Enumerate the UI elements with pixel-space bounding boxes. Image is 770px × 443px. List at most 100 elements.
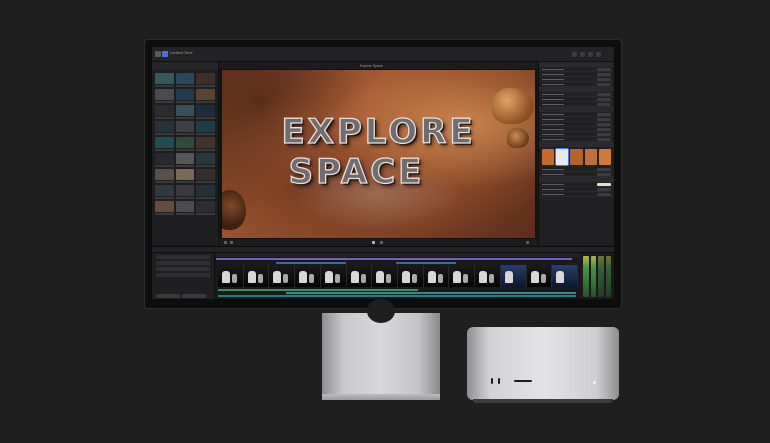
desktop-computer [467, 327, 619, 403]
clip-thumbnail[interactable] [175, 137, 195, 148]
index-item[interactable] [156, 273, 210, 277]
connected-clip[interactable] [396, 262, 456, 264]
timeline-clip[interactable] [295, 265, 321, 287]
timeline-index [152, 253, 215, 299]
audio-lane[interactable] [218, 289, 418, 291]
viewer-header: Explore Space [220, 62, 537, 69]
clip-thumbnail[interactable] [175, 201, 195, 212]
clip-thumbnail[interactable] [175, 105, 195, 116]
usb-port [491, 378, 493, 384]
view-options-icon[interactable] [224, 241, 227, 244]
timeline-clip[interactable] [372, 265, 399, 287]
index-item[interactable] [156, 267, 210, 271]
clip-thumbnail[interactable] [196, 89, 215, 100]
index-button[interactable] [156, 294, 180, 298]
timeline-clip[interactable] [218, 265, 244, 287]
clip-thumbnail[interactable] [196, 169, 215, 180]
clip-thumbnail[interactable] [155, 73, 174, 84]
material-swatch[interactable] [542, 149, 555, 165]
import-icon[interactable] [155, 51, 161, 57]
clip-thumbnail[interactable] [155, 89, 174, 100]
clip-thumbnail[interactable] [196, 121, 215, 132]
toolbar-icon[interactable] [572, 52, 577, 57]
timeline-clip[interactable] [526, 265, 553, 287]
clip-thumbnail[interactable] [196, 201, 215, 212]
asteroid [222, 190, 246, 230]
play-icon[interactable] [372, 241, 375, 244]
clip-thumbnail[interactable] [175, 121, 195, 132]
clip-thumbnail[interactable] [155, 153, 174, 164]
clip-thumbnail[interactable] [196, 137, 215, 148]
audio-lane[interactable] [218, 295, 576, 297]
title-text-line-2: SPACE [288, 151, 425, 192]
timeline-ruler[interactable] [216, 253, 580, 257]
clip-thumbnail[interactable] [196, 153, 215, 164]
clip-thumbnail[interactable] [175, 169, 195, 180]
timeline-clip[interactable] [423, 265, 450, 287]
keyword-icon[interactable] [162, 51, 168, 57]
clip-thumbnail[interactable] [175, 153, 195, 164]
toolbar-icon[interactable] [596, 52, 601, 57]
power-led [593, 381, 596, 384]
inspector-row[interactable] [539, 172, 614, 177]
stand-base [322, 394, 440, 400]
clip-thumbnail[interactable] [196, 105, 215, 116]
clip-grid [152, 70, 218, 218]
inspector-row[interactable] [539, 102, 614, 107]
timeline-clip[interactable] [243, 265, 270, 287]
timeline-clip[interactable] [475, 265, 501, 287]
toolbar-icon[interactable] [580, 52, 585, 57]
top-toolbar: Limited Time [152, 47, 614, 62]
material-swatch[interactable] [556, 149, 569, 165]
timeline-clip[interactable] [500, 265, 527, 287]
zoom-icon[interactable] [230, 241, 233, 244]
material-swatch[interactable] [570, 149, 583, 165]
library-title: Limited Time [170, 50, 193, 55]
clip-thumbnail[interactable] [155, 169, 174, 180]
material-swatches [539, 147, 614, 167]
meter-icon [583, 256, 589, 297]
fullscreen-icon[interactable] [526, 241, 529, 244]
clip-thumbnail[interactable] [155, 185, 174, 196]
title-lane[interactable] [216, 258, 572, 260]
clip-thumbnail[interactable] [175, 89, 195, 100]
timeline-clip[interactable] [449, 265, 476, 287]
timeline [152, 246, 614, 299]
clip-thumbnail[interactable] [155, 121, 174, 132]
clip-thumbnail[interactable] [155, 201, 174, 212]
index-item[interactable] [156, 261, 210, 265]
material-swatch[interactable] [584, 149, 597, 165]
clip-thumbnail[interactable] [196, 73, 215, 84]
clip-thumbnail[interactable] [155, 105, 174, 116]
meter-icon [598, 256, 604, 297]
timeline-clip[interactable] [552, 265, 579, 287]
media-browser [152, 62, 219, 245]
inspector [538, 62, 614, 245]
display-stand [322, 299, 440, 400]
inspector-row[interactable] [539, 137, 614, 142]
meter-icon [605, 256, 611, 297]
connected-clip[interactable] [276, 262, 346, 264]
timeline-tracks [216, 253, 580, 299]
clip-thumbnail[interactable] [175, 185, 195, 196]
viewer-controls [220, 239, 537, 246]
index-item[interactable] [156, 255, 210, 259]
clip-thumbnail[interactable] [196, 185, 215, 196]
title-text-line-1: EXPLORE [281, 111, 476, 152]
video-frame[interactable]: EXPLORE SPACE [222, 70, 535, 238]
clip-thumbnail[interactable] [155, 137, 174, 148]
inspector-row[interactable] [539, 192, 614, 197]
toolbar-icon[interactable] [588, 52, 593, 57]
material-swatch[interactable] [598, 149, 612, 165]
audio-lane[interactable] [286, 292, 576, 294]
timeline-clip[interactable] [269, 265, 296, 287]
computer-base [473, 399, 613, 403]
timeline-clip[interactable] [320, 265, 347, 287]
clip-thumbnail[interactable] [175, 73, 195, 84]
timeline-clip[interactable] [398, 265, 424, 287]
sd-card-slot [514, 380, 532, 382]
index-button[interactable] [182, 294, 206, 298]
inspector-row[interactable] [539, 82, 614, 87]
meter-icon [590, 256, 596, 297]
timeline-clip[interactable] [346, 265, 373, 287]
